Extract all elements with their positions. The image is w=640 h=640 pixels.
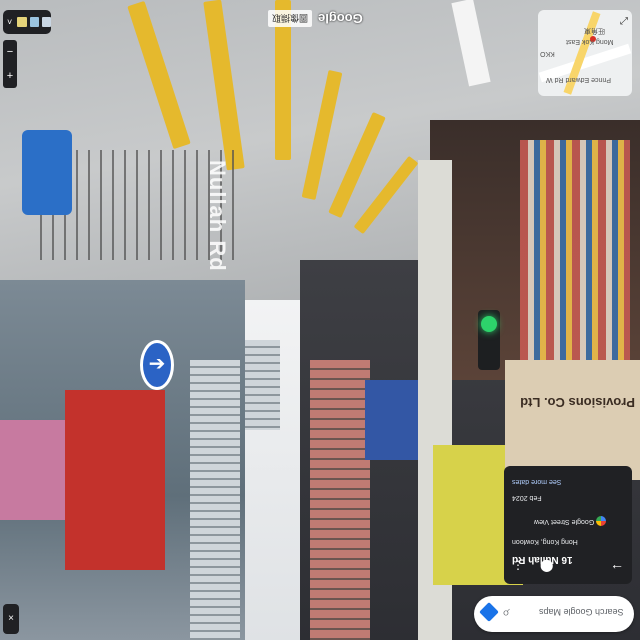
zoom-in-button[interactable]: +	[3, 64, 17, 88]
thumbnail[interactable]	[17, 17, 27, 27]
tower-building	[245, 340, 280, 430]
location-info-card[interactable]: See more dates Feb 2024 Google Street Vi…	[504, 466, 632, 584]
location-pin-icon[interactable]: ⬤	[540, 558, 553, 572]
shop-sign	[505, 360, 640, 480]
traffic-light	[478, 310, 500, 370]
chevron-down-icon[interactable]: ˅	[7, 17, 14, 27]
location-subtitle: Hong Kong, Kowloon	[512, 538, 578, 545]
attribution: 圖像擷取 Google	[268, 8, 363, 28]
billboard	[365, 380, 420, 460]
see-more-dates-link[interactable]: See more dates	[504, 478, 632, 485]
billboard	[65, 390, 165, 570]
search-icon[interactable]: ⌕	[502, 605, 510, 622]
shop-sign-text: Provisions Co. Ltd	[520, 395, 635, 410]
capture-date: Feb 2024	[512, 494, 542, 501]
shop-shelves	[520, 140, 630, 360]
close-button[interactable]: ×	[3, 604, 19, 634]
street-view-viewport[interactable]: Provisions Co. Ltd ➔ Nullah Rd ˅ − + 圖像擷…	[0, 0, 640, 640]
image-capture-chip[interactable]: 圖像擷取	[268, 9, 313, 27]
tower-building	[310, 360, 370, 640]
minimap-label: 旺角東	[584, 27, 605, 34]
minimap-label: KKO	[540, 50, 555, 57]
zoom-out-button[interactable]: −	[3, 40, 17, 64]
direction-sign-icon: ➔	[140, 340, 174, 390]
more-options-icon[interactable]: ⋮	[512, 558, 524, 572]
minimap[interactable]: Mong Kok East Prince Edward Rd W 旺角東 KKO…	[538, 10, 632, 96]
back-arrow-icon[interactable]: ←	[610, 556, 624, 572]
road-name-label[interactable]: Nullah Rd	[204, 160, 230, 272]
tower-building	[190, 360, 240, 640]
green-arrow-light	[481, 316, 497, 332]
directions-icon[interactable]	[479, 602, 499, 622]
expand-icon[interactable]: ⤢	[620, 16, 628, 27]
bin	[22, 130, 72, 215]
search-bar[interactable]: ⌕ Search Google Maps	[474, 596, 634, 632]
zoom-controls: − +	[3, 40, 17, 88]
google-logo: Google	[318, 10, 363, 26]
thumbnail[interactable]	[41, 17, 51, 27]
minimap-label: Prince Edward Rd W	[546, 76, 611, 83]
thumbnail[interactable]	[29, 17, 39, 27]
search-input[interactable]: Search Google Maps	[539, 607, 624, 617]
minimap-label: Mong Kok East	[566, 38, 614, 45]
billboard	[0, 420, 65, 520]
imagery-thumbnail-strip[interactable]: ˅	[3, 10, 51, 34]
imagery-source: Google Street View	[534, 518, 595, 525]
